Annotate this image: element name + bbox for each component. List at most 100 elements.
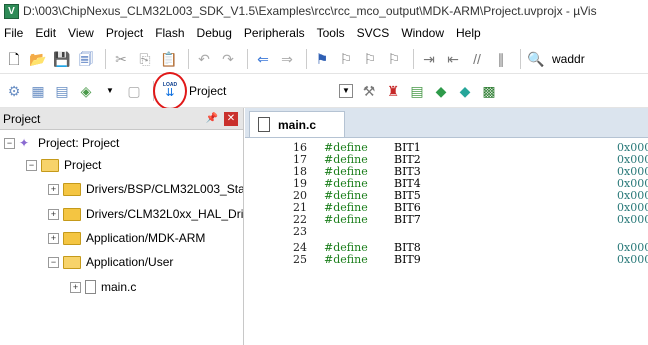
select-packs-icon[interactable]: ▩	[479, 81, 499, 101]
run-time-environment-icon[interactable]: ◆	[431, 81, 451, 101]
title-bar: V D:\003\ChipNexus_CLM32L003_SDK_V1.5\Ex…	[0, 0, 648, 22]
save-all-icon[interactable]: 🗐	[76, 49, 96, 69]
collapse-icon[interactable]: −	[4, 137, 15, 149]
manage-components-icon[interactable]: ♜	[383, 81, 403, 101]
comment-icon[interactable]: //	[467, 49, 487, 69]
target-select[interactable]: Project	[185, 81, 339, 101]
menu-debug[interactable]: Debug	[197, 26, 232, 40]
navigate-forward-icon[interactable]: ⇒	[277, 49, 297, 69]
folder-icon	[63, 231, 81, 245]
expand-icon[interactable]: +	[48, 232, 59, 244]
clear-bookmarks-icon[interactable]: ⚐	[384, 49, 404, 69]
menu-flash[interactable]: Flash	[155, 26, 184, 40]
new-file-icon[interactable]: 🗋	[4, 49, 24, 69]
code-value: 0x000	[617, 253, 648, 266]
menu-help[interactable]: Help	[456, 26, 481, 40]
menu-svcs[interactable]: SVCS	[357, 26, 390, 40]
undo-icon[interactable]: ↶	[194, 49, 214, 69]
copy-icon[interactable]: ⎘	[135, 49, 155, 69]
folder-icon	[63, 182, 81, 196]
uncomment-icon[interactable]: ∥	[491, 49, 511, 69]
code-value: 0x000	[617, 213, 648, 226]
project-tree: − ✦ Project: Project − Project + Drivers…	[0, 130, 243, 345]
file-icon	[85, 280, 96, 294]
folder-open-icon	[41, 158, 59, 172]
pack-installer-icon[interactable]: ◆	[455, 81, 475, 101]
batch-dropdown-icon[interactable]: ▼	[100, 81, 120, 101]
code-editor: main.c 16 #define BIT1 0x000 17 #define …	[245, 108, 648, 345]
code-keyword: #define	[324, 253, 368, 266]
tree-item-drivers-hal[interactable]: + Drivers/CLM32L0xx_HAL_Dri	[48, 203, 243, 225]
project-panel-header: Project 📌 ✕	[0, 108, 243, 130]
expand-icon[interactable]: +	[48, 183, 59, 195]
code-line: 23	[245, 226, 648, 238]
menu-edit[interactable]: Edit	[35, 26, 56, 40]
navigate-back-icon[interactable]: ⇐	[253, 49, 273, 69]
tree-item-main-c[interactable]: + main.c	[70, 276, 136, 298]
tree-item-label: Project: Project	[38, 136, 120, 150]
find-text[interactable]: waddr	[552, 52, 585, 66]
bookmark-icon[interactable]: ⚑	[312, 49, 332, 69]
close-icon[interactable]: ✕	[224, 111, 238, 126]
target-options-icon[interactable]: ⚒	[359, 81, 379, 101]
tree-item-label: Drivers/CLM32L0xx_HAL_Dri	[86, 207, 243, 221]
indent-icon[interactable]: ⇥	[419, 49, 439, 69]
unindent-icon[interactable]: ⇤	[443, 49, 463, 69]
tab-label: main.c	[278, 117, 317, 132]
open-folder-icon[interactable]: 📂	[28, 49, 48, 69]
expand-icon[interactable]: +	[48, 208, 59, 220]
collapse-icon[interactable]: −	[26, 159, 37, 171]
tree-item-application-mdk[interactable]: + Application/MDK-ARM	[48, 227, 205, 249]
code-identifier: BIT9	[394, 253, 421, 266]
file-extensions-icon[interactable]: ▤	[407, 81, 427, 101]
collapse-icon[interactable]: −	[48, 256, 59, 268]
menu-peripherals[interactable]: Peripherals	[244, 26, 305, 40]
expand-icon[interactable]: +	[70, 281, 81, 293]
tree-item-project-group[interactable]: − Project	[26, 154, 101, 176]
tree-item-project-root[interactable]: − ✦ Project: Project	[4, 132, 119, 154]
next-bookmark-icon[interactable]: ⚐	[360, 49, 380, 69]
toolbar-separator	[413, 48, 414, 69]
project-icon: ✦	[19, 136, 30, 150]
build-icon[interactable]: ▦	[28, 81, 48, 101]
redo-icon[interactable]: ↷	[218, 49, 238, 69]
translate-icon[interactable]: ⚙	[4, 81, 24, 101]
project-panel-title: Project	[3, 111, 41, 126]
project-panel: Project 📌 ✕ − ✦ Project: Project − Proje…	[0, 108, 244, 345]
code-area[interactable]: 16 #define BIT1 0x000 17 #define BIT2 0x…	[245, 138, 648, 345]
find-in-files-icon[interactable]: 🔍	[526, 49, 546, 69]
stop-build-icon[interactable]: ▢	[124, 81, 144, 101]
menu-bar: File Edit View Project Flash Debug Perip…	[0, 22, 648, 44]
tree-item-drivers-bsp[interactable]: + Drivers/BSP/CLM32L003_Star	[48, 178, 243, 200]
menu-project[interactable]: Project	[106, 26, 143, 40]
rebuild-icon[interactable]: ▤	[52, 81, 72, 101]
tree-item-application-user[interactable]: − Application/User	[48, 251, 173, 273]
toolbar-separator	[153, 80, 154, 101]
code-keyword: #define	[324, 213, 368, 226]
tree-item-label: Application/User	[86, 255, 174, 269]
prev-bookmark-icon[interactable]: ⚐	[336, 49, 356, 69]
menu-file[interactable]: File	[4, 26, 23, 40]
line-number: 23	[293, 225, 307, 238]
download-load-button[interactable]: LOAD ⇊	[153, 71, 187, 110]
window-title: D:\003\ChipNexus_CLM32L003_SDK_V1.5\Exam…	[23, 4, 597, 18]
tree-item-label: main.c	[101, 280, 137, 294]
menu-view[interactable]: View	[68, 26, 94, 40]
line-number: 25	[293, 253, 307, 266]
code-line: 25 #define BIT9 0x000	[245, 254, 648, 266]
tab-main-c[interactable]: main.c	[249, 111, 345, 137]
menu-window[interactable]: Window	[401, 26, 444, 40]
file-icon	[258, 117, 270, 132]
toolbar-separator	[520, 48, 521, 69]
batch-build-icon[interactable]: ◈	[76, 81, 96, 101]
cut-icon[interactable]: ✂	[111, 49, 131, 69]
toolbar-separator	[188, 48, 189, 69]
menu-tools[interactable]: Tools	[317, 26, 345, 40]
paste-icon[interactable]: 📋	[159, 49, 179, 69]
target-dropdown-icon[interactable]: ▼	[339, 83, 353, 98]
save-icon[interactable]: 💾	[52, 49, 72, 69]
pin-icon[interactable]: 📌	[206, 113, 218, 124]
toolbar-separator	[306, 48, 307, 69]
keil-app-icon: V	[4, 3, 19, 19]
tree-item-label: Drivers/BSP/CLM32L003_Star	[86, 182, 243, 196]
